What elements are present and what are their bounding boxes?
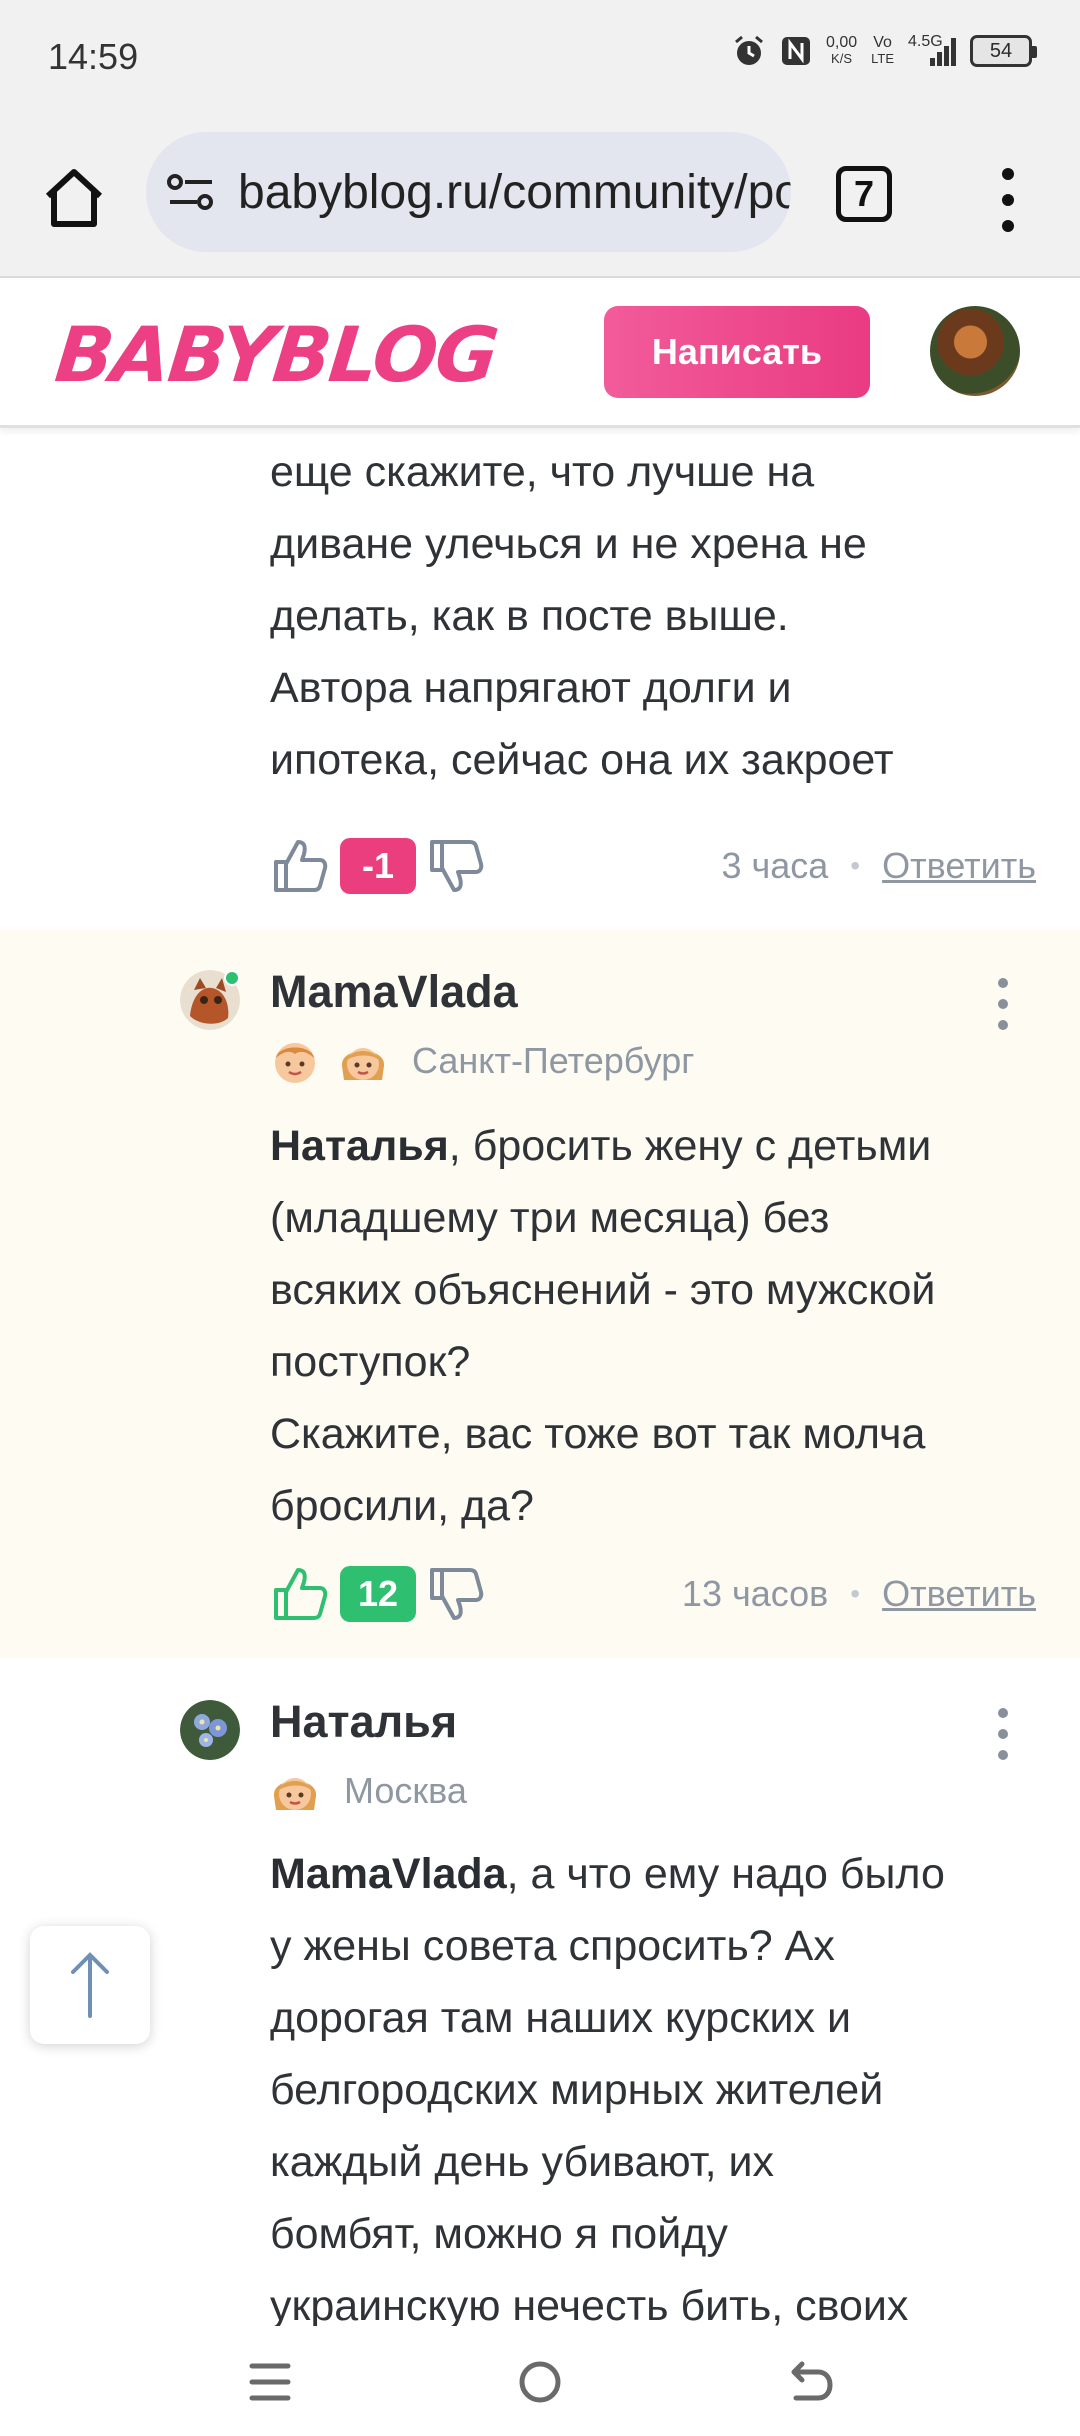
- previous-comment-line: Автора напрягают долги и: [270, 664, 792, 712]
- author-info: Санкт-Петербург: [270, 1036, 694, 1086]
- status-icons: 0,00 K/S Vo LTE 4.5G 54: [732, 34, 1037, 68]
- comment-meta: 13 часов • Ответить: [682, 1573, 1036, 1615]
- comment-score: 12: [340, 1566, 416, 1622]
- comment-line: украинскую нечесть бить, своих: [270, 2282, 909, 2326]
- comment-line: дорогая там наших курских и: [270, 1994, 852, 2042]
- mention-link[interactable]: MamaVlada: [270, 1850, 507, 1898]
- net-speed-unit: K/S: [831, 51, 853, 66]
- previous-comment-line: ипотека, сейчас она их закроет: [270, 736, 894, 784]
- comment-line: (младшему три месяца) без: [270, 1194, 830, 1242]
- home-nav-icon[interactable]: [512, 2354, 568, 2410]
- author-city: Москва: [344, 1770, 467, 1811]
- comment-text: , а что ему надо было: [506, 1850, 945, 1898]
- address-bar[interactable]: babyblog.ru/community/post: [146, 132, 791, 252]
- tab-switcher-button[interactable]: 7: [836, 166, 892, 222]
- signal-icon: [930, 38, 956, 66]
- mention-link[interactable]: Наталья: [270, 1122, 449, 1170]
- system-nav-bar: [0, 2326, 1080, 2436]
- comment-score: -1: [340, 838, 416, 894]
- scroll-to-top-button[interactable]: [30, 1926, 150, 2044]
- status-time: 14:59: [48, 36, 139, 77]
- url-text: babyblog.ru/community/post: [238, 165, 791, 219]
- comment-line: у жены совета спросить? Ах: [270, 1922, 835, 1970]
- comment-body: Наталья, бросить жену с детьми (младшему…: [270, 1110, 1050, 1542]
- comment-time: 3 часа: [721, 845, 829, 886]
- recent-apps-icon[interactable]: [242, 2354, 298, 2410]
- comment-menu-icon[interactable]: [998, 1708, 1010, 1760]
- boy-child-icon: [275, 1043, 315, 1083]
- previous-comment-actions: -1 3 часа • Ответить: [270, 832, 1036, 900]
- battery-level: 54: [989, 39, 1013, 62]
- comment-line: бомбят, можно я пойду: [270, 2210, 728, 2258]
- reply-link[interactable]: Ответить: [882, 845, 1036, 887]
- battery-indicator: 54: [970, 35, 1037, 67]
- user-avatar[interactable]: [930, 306, 1020, 396]
- home-icon[interactable]: [40, 164, 108, 232]
- alarm-icon: [735, 35, 763, 65]
- comments-feed[interactable]: еще скажите, что лучше на диване улечься…: [0, 428, 1080, 2326]
- comment-menu-icon[interactable]: [998, 978, 1010, 1030]
- comment-line: белгородских мирных жителей: [270, 2066, 884, 2114]
- previous-comment-line: делать, как в посте выше.: [270, 592, 789, 640]
- separator-dot: •: [850, 1578, 861, 1609]
- comment-item: Наталья Москва MamaVlada, а что ему надо…: [0, 1658, 1080, 2326]
- comment-line: Скажите, вас тоже вот так молча: [270, 1410, 926, 1458]
- site-header: BABYBLOG Написать: [0, 280, 1080, 428]
- comment-item: MamaVlada Санкт-Петербург Наталья, броси…: [0, 930, 1080, 1658]
- girl-child-icon: [341, 1048, 385, 1080]
- comment-line: поступок?: [270, 1338, 471, 1386]
- browser-menu-icon[interactable]: [994, 160, 1022, 240]
- comment-text: , бросить жену с детьми: [448, 1122, 932, 1170]
- girl-child-icon: [273, 1778, 317, 1810]
- comment-line: MamaVlada, а что ему надо было: [270, 1838, 1050, 1910]
- net-speed: 0,00 K/S: [826, 35, 857, 67]
- thumbs-down-icon[interactable]: [426, 1564, 486, 1624]
- arrow-up-icon: [71, 1952, 109, 2018]
- author-info: Москва: [270, 1766, 467, 1816]
- previous-comment-line: еще скажите, что лучше на: [270, 448, 815, 496]
- reply-link[interactable]: Ответить: [882, 1573, 1036, 1615]
- net-speed-value: 0,00: [825, 34, 858, 51]
- comment-line: всяких объяснений - это мужской: [270, 1266, 936, 1314]
- thumbs-up-icon[interactable]: [270, 1564, 330, 1624]
- comment-line: Наталья, бросить жену с детьми: [270, 1110, 1050, 1182]
- cut-off-line: [270, 428, 1050, 436]
- online-indicator: [224, 970, 240, 986]
- separator-dot: •: [850, 850, 861, 881]
- back-icon[interactable]: [782, 2354, 838, 2410]
- comment-actions: 12 13 часов • Ответить: [270, 1560, 1036, 1628]
- author-avatar[interactable]: [180, 1700, 240, 1760]
- status-bar: 14:59 0,00 K/S Vo LTE 4.5G 54: [0, 0, 1080, 120]
- comment-author[interactable]: Наталья: [270, 1696, 457, 1748]
- site-logo[interactable]: BABYBLOG: [51, 310, 501, 399]
- previous-comment-body: еще скажите, что лучше на диване улечься…: [270, 428, 1050, 796]
- author-city: Санкт-Петербург: [412, 1040, 695, 1081]
- volte-indicator: Vo LTE: [871, 35, 894, 67]
- write-button[interactable]: Написать: [604, 306, 870, 398]
- comment-meta: 3 часа • Ответить: [721, 845, 1036, 887]
- comment-line: каждый день убивают, их: [270, 2138, 775, 2186]
- comment-line: бросили, да?: [270, 1482, 534, 1530]
- lte-label: LTE: [871, 51, 894, 66]
- site-settings-icon[interactable]: [166, 172, 216, 212]
- comment-body: MamaVlada, а что ему надо было у жены со…: [270, 1838, 1050, 2326]
- vo-label: Vo: [873, 34, 892, 51]
- comment-author[interactable]: MamaVlada: [270, 966, 518, 1018]
- network-indicator: 4.5G: [908, 34, 956, 68]
- comment-time: 13 часов: [681, 1573, 829, 1614]
- browser-toolbar: babyblog.ru/community/post 7: [0, 120, 1080, 278]
- previous-comment-line: диване улечься и не хрена не: [270, 520, 867, 568]
- nfc-icon: [781, 37, 810, 65]
- thumbs-down-icon[interactable]: [426, 836, 486, 896]
- thumbs-up-icon[interactable]: [270, 836, 330, 896]
